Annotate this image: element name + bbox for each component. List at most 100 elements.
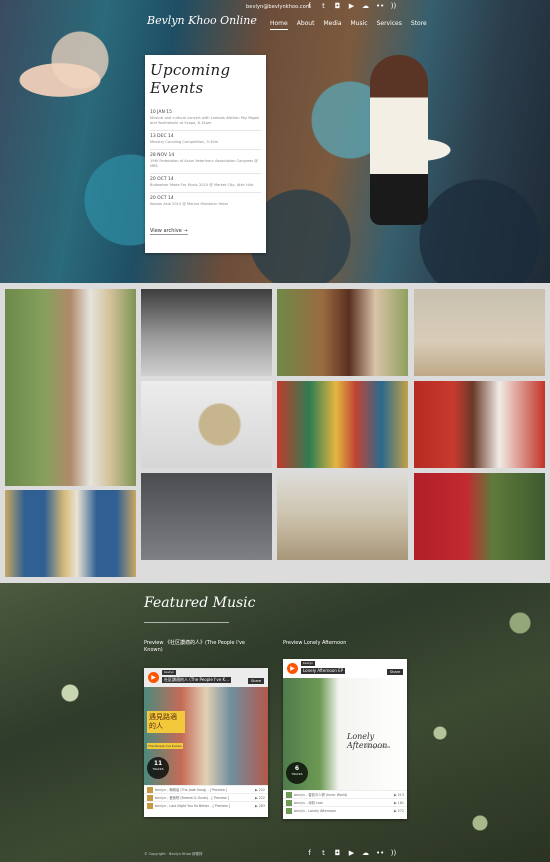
track-count-badge: 6 TRACKS xyxy=(286,762,308,784)
track-plays: ▶ 222 xyxy=(255,795,265,800)
featured-music-section: Featured Music Preview 《社区讚適的人》(The Peop… xyxy=(0,583,550,862)
track-count: 6 xyxy=(294,765,300,772)
player-header: ▶ bevlyn 社区讚適的人 (The People I've K… Shar… xyxy=(144,668,268,687)
gallery-photo[interactable] xyxy=(141,381,272,468)
album-title[interactable]: 社区讚適的人 (The People I've K… xyxy=(162,677,232,683)
event-text: Musical and cultural concert with Lambak… xyxy=(150,116,260,125)
track-row[interactable]: bevlyn - 曾如今人物 (Inner World) ▶ 213 xyxy=(283,790,407,798)
track-row[interactable]: bevlyn - 梅城谣 (The Jade Song) - [ Preview… xyxy=(144,785,268,793)
footer-social-links: f t ◘ ▶ ☁ •• )) xyxy=(306,849,397,857)
event-item: 20 OCT 14 Budweiser Made For Music 2014 … xyxy=(150,173,261,192)
nav-store[interactable]: Store xyxy=(411,20,427,30)
share-button[interactable]: Share xyxy=(247,678,264,684)
track-thumb xyxy=(286,791,292,798)
event-text: 19th Federation of Asian Veterinary Asso… xyxy=(150,159,258,168)
artist-tag[interactable]: bevlyn xyxy=(301,661,316,666)
gallery-photo[interactable] xyxy=(5,289,136,486)
cover-subtitle: Bevlyn Khoo xyxy=(365,744,391,749)
track-plays: ▶ 181 xyxy=(394,800,404,805)
youtube-icon[interactable]: ▶ xyxy=(348,849,355,857)
facebook-icon[interactable]: f xyxy=(306,849,313,857)
flickr-icon[interactable]: •• xyxy=(376,849,384,857)
nav-services[interactable]: Services xyxy=(377,20,402,30)
event-item: 20 OCT 14 Kaplan Asia 2014 @ Marina Mand… xyxy=(150,192,261,211)
youtube-icon[interactable]: ▶ xyxy=(348,2,355,10)
main-nav: Home About Media Music Services Store xyxy=(270,20,427,30)
soundcloud-player-2: ▶ bevlyn Lonely Afternoon EP Share Lonel… xyxy=(283,659,407,819)
track-row[interactable]: bevlyn - Last Night You So Better - [ Pr… xyxy=(144,801,268,809)
artist-tag[interactable]: bevlyn xyxy=(162,670,177,675)
event-date: 20 OCT 14 xyxy=(150,196,174,201)
hero-mural-background xyxy=(0,0,550,283)
album-title[interactable]: Lonely Afternoon EP xyxy=(301,668,346,674)
cloud-icon[interactable]: ☁ xyxy=(362,2,369,10)
track-name: bevlyn - Last Night You So Better - [ Pr… xyxy=(155,803,231,808)
album-cover: Lonely Afternoon Bevlyn Khoo 6 TRACKS xyxy=(283,678,407,790)
track-row[interactable]: bevlyn - Lonely Afternoon ▶ 272 xyxy=(283,806,407,814)
cover-title: 遇見路適的人 xyxy=(147,711,185,733)
event-text: Budweiser Made For Music 2014 @ Market C… xyxy=(150,183,254,187)
gallery-photo[interactable] xyxy=(277,381,408,468)
track-list: bevlyn - 曾如今人物 (Inner World) ▶ 213 bevlyn… xyxy=(283,790,407,814)
contact-email-link[interactable]: bevlyn@bevlynkhoo.com xyxy=(246,4,311,10)
hero-banner: bevlyn@bevlynkhoo.com f t ◘ ▶ ☁ •• )) Be… xyxy=(0,0,550,283)
site-footer: © Copyright · Bevlyn Khoo 邱蕾林 f t ◘ ▶ ☁ … xyxy=(0,838,550,862)
event-text: Kaplan Asia 2014 @ Marina Mandarin Hotel xyxy=(150,202,228,206)
instagram-icon[interactable]: ◘ xyxy=(334,849,341,857)
track-name: bevlyn - 深刻 Last xyxy=(294,801,323,805)
track-name: bevlyn - Lonely Afternoon xyxy=(294,808,337,813)
rss-icon[interactable]: )) xyxy=(390,2,397,10)
rss-icon[interactable]: )) xyxy=(390,849,397,857)
nav-home[interactable]: Home xyxy=(270,20,288,30)
featured-music-title: Featured Music xyxy=(144,595,256,611)
track-name: bevlyn - 曾如今人物 (Inner World) xyxy=(294,793,348,797)
gallery-photo[interactable] xyxy=(277,289,408,376)
events-title: Upcoming Events xyxy=(150,61,231,97)
flickr-icon[interactable]: •• xyxy=(376,2,384,10)
cover-subtitle: The People I've Known xyxy=(147,743,183,749)
gallery-photo[interactable] xyxy=(414,381,545,468)
nav-music[interactable]: Music xyxy=(351,20,368,30)
instagram-icon[interactable]: ◘ xyxy=(334,2,341,10)
share-button[interactable]: Share xyxy=(386,669,403,675)
gallery-photo[interactable] xyxy=(141,289,272,376)
track-thumb xyxy=(286,799,292,806)
track-thumb xyxy=(286,807,292,814)
twitter-icon[interactable]: t xyxy=(320,849,327,857)
player2-label: Preview Lonely Afternoon xyxy=(283,640,347,646)
player1-label: Preview 《社区讚適的人》(The People I've Known) xyxy=(144,640,245,653)
track-row[interactable]: bevlyn - 深刻 Last ▶ 181 xyxy=(283,798,407,806)
track-plays: ▶ 272 xyxy=(394,808,404,813)
hero-photo-figure xyxy=(370,55,428,225)
track-plays: ▶ 213 xyxy=(394,792,404,797)
event-text: Ministry Carolling Competition, 5:30m xyxy=(150,140,219,144)
play-icon[interactable]: ▶ xyxy=(148,672,159,683)
header-social-links: f t ◘ ▶ ☁ •• )) xyxy=(306,2,397,10)
view-archive-link[interactable]: View archive → xyxy=(150,228,188,235)
track-thumb xyxy=(147,794,153,801)
gallery-photo[interactable] xyxy=(414,289,545,376)
track-list: bevlyn - 梅城谣 (The Jade Song) - [ Preview… xyxy=(144,785,268,809)
top-bar: bevlyn@bevlynkhoo.com f t ◘ ▶ ☁ •• )) Be… xyxy=(0,0,550,40)
copyright-text: © Copyright · Bevlyn Khoo 邱蕾林 xyxy=(144,852,203,856)
photo-gallery xyxy=(0,283,550,583)
event-date: 13 DEC 14 xyxy=(150,134,174,139)
track-plays: ▶ 252 xyxy=(255,787,265,792)
gallery-photo[interactable] xyxy=(277,473,408,560)
nav-media[interactable]: Media xyxy=(323,20,341,30)
site-logo[interactable]: Bevlyn Khoo Online xyxy=(147,14,257,27)
gallery-photo[interactable] xyxy=(414,473,545,560)
track-plays: ▶ 283 xyxy=(255,803,265,808)
play-icon[interactable]: ▶ xyxy=(287,663,298,674)
album-cover: 遇見路適的人 The People I've Known 11 TRACKS xyxy=(144,687,268,785)
track-row[interactable]: bevlyn - 爱我吧 (Breeze & Gusts) - [ Previe… xyxy=(144,793,268,801)
track-count-badge: 11 TRACKS xyxy=(147,757,169,779)
nav-about[interactable]: About xyxy=(297,20,315,30)
facebook-icon[interactable]: f xyxy=(306,2,313,10)
gallery-photo[interactable] xyxy=(141,473,272,560)
track-count-label: TRACKS xyxy=(291,772,303,776)
twitter-icon[interactable]: t xyxy=(320,2,327,10)
track-thumb xyxy=(147,802,153,809)
cloud-icon[interactable]: ☁ xyxy=(362,849,369,857)
gallery-photo[interactable] xyxy=(5,490,136,577)
